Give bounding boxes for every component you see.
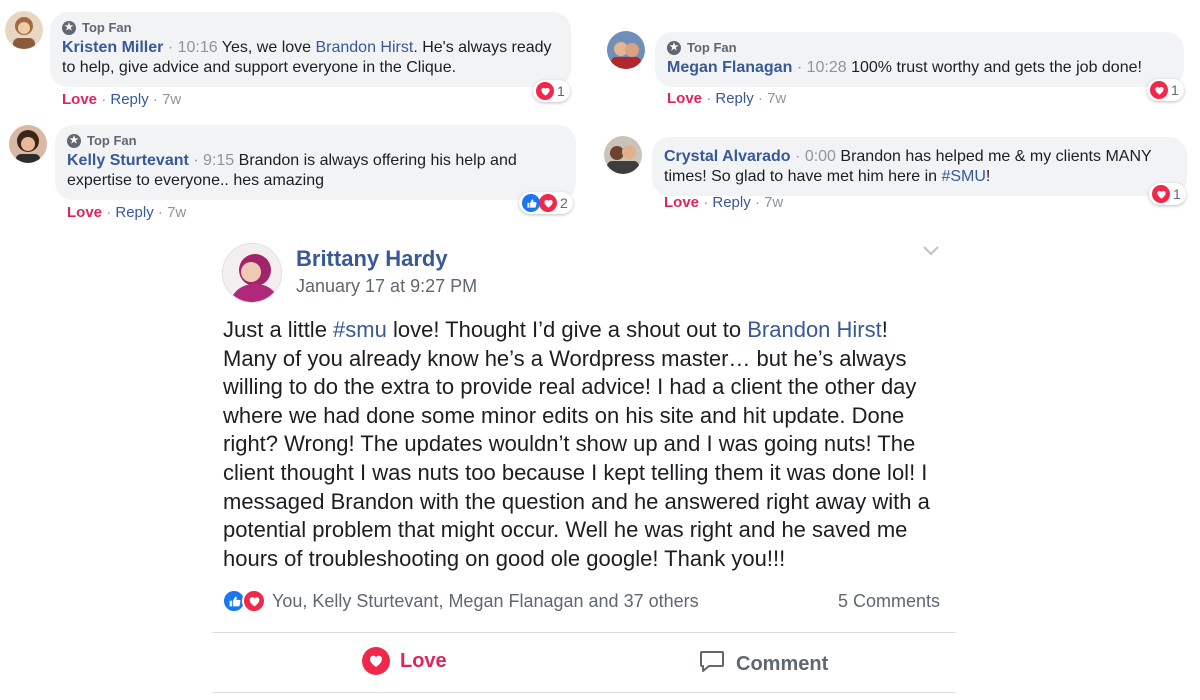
top-fan-badge: ★ Top Fan	[62, 20, 559, 35]
comment-icon	[698, 647, 726, 681]
reaction-count-badge[interactable]: 1	[533, 80, 570, 102]
comment-time[interactable]: 10:16	[178, 39, 218, 56]
mention-link[interactable]: Brandon Hirst	[315, 39, 413, 56]
comment-actions: Love · Reply · 7w	[667, 90, 787, 107]
hashtag-link[interactable]: #smu	[333, 317, 387, 342]
avatar[interactable]	[607, 31, 645, 69]
comment-button[interactable]: Comment	[698, 647, 828, 681]
top-fan-badge: ★ Top Fan	[667, 40, 1172, 55]
post-author-avatar[interactable]	[222, 243, 282, 303]
heart-icon	[539, 194, 557, 212]
love-link[interactable]: Love	[62, 91, 97, 108]
reply-link[interactable]: Reply	[715, 90, 753, 107]
post-timestamp[interactable]: January 17 at 9:27 PM	[296, 276, 477, 297]
love-link[interactable]: Love	[664, 194, 699, 211]
reactions-summary: You, Kelly Sturtevant, Megan Flanagan an…	[222, 588, 940, 614]
mention-link[interactable]: Brandon Hirst	[747, 317, 882, 342]
reaction-icons[interactable]	[222, 589, 266, 613]
avatar[interactable]	[9, 125, 47, 163]
comment-age[interactable]: 7w	[167, 204, 186, 221]
comment-author[interactable]: Megan Flanagan	[667, 59, 792, 76]
post-author-name[interactable]: Brittany Hardy	[296, 246, 448, 272]
comment-time[interactable]: 10:28	[807, 59, 847, 76]
comment-age[interactable]: 7w	[764, 194, 783, 211]
like-icon	[522, 194, 540, 212]
heart-icon	[536, 82, 554, 100]
top-fan-badge: ★ Top Fan	[67, 133, 564, 148]
reply-link[interactable]: Reply	[110, 91, 148, 108]
chevron-down-icon[interactable]	[922, 244, 940, 258]
reaction-count-badge[interactable]: 2	[519, 192, 573, 214]
comment-time[interactable]: 9:15	[203, 152, 234, 169]
avatar[interactable]	[5, 11, 43, 49]
comment-bubble: ★ Top Fan Megan Flanagan · 10:28 100% tr…	[655, 32, 1184, 87]
comment-age[interactable]: 7w	[767, 90, 786, 107]
comment-bubble: ★ Top Fan Kelly Sturtevant · 9:15 Brando…	[55, 125, 576, 200]
love-button[interactable]: Love	[362, 647, 447, 675]
comment-text: Kristen Miller · 10:16 Yes, we love Bran…	[62, 39, 552, 76]
reaction-count-badge[interactable]: 1	[1147, 79, 1184, 101]
comment-author[interactable]: Kristen Miller	[62, 39, 163, 56]
comment-author[interactable]: Crystal Alvarado	[664, 148, 791, 165]
comment-bubble: ★ Top Fan Kristen Miller · 10:16 Yes, we…	[50, 12, 571, 87]
divider	[212, 632, 956, 633]
star-icon: ★	[62, 20, 76, 35]
avatar[interactable]	[604, 136, 642, 174]
love-link[interactable]: Love	[667, 90, 702, 107]
comment-author[interactable]: Kelly Sturtevant	[67, 152, 189, 169]
comment-actions: Love · Reply · 7w	[62, 91, 182, 108]
heart-icon	[1150, 81, 1168, 99]
hashtag-link[interactable]: #SMU	[941, 168, 985, 185]
reply-link[interactable]: Reply	[115, 204, 153, 221]
star-icon: ★	[67, 133, 81, 148]
post-body: Just a little #smu love! Thought I’d giv…	[223, 317, 930, 571]
comments-count[interactable]: 5 Comments	[838, 591, 940, 612]
divider	[212, 692, 956, 693]
comment-age[interactable]: 7w	[162, 91, 181, 108]
love-link[interactable]: Love	[67, 204, 102, 221]
comment-text: Crystal Alvarado · 0:00 Brandon has help…	[664, 148, 1152, 185]
comment-actions: Love · Reply · 7w	[67, 204, 187, 221]
reply-link[interactable]: Reply	[712, 194, 750, 211]
reactions-text[interactable]: You, Kelly Sturtevant, Megan Flanagan an…	[272, 591, 699, 612]
heart-icon	[1152, 185, 1170, 203]
comment-text: Kelly Sturtevant · 9:15 Brandon is alway…	[67, 152, 517, 189]
comment-text: Megan Flanagan · 10:28 100% trust worthy…	[667, 59, 1142, 76]
comment-bubble: Crystal Alvarado · 0:00 Brandon has help…	[652, 137, 1187, 196]
heart-icon	[242, 589, 266, 613]
star-icon: ★	[667, 40, 681, 55]
comment-actions: Love · Reply · 7w	[664, 194, 784, 211]
reaction-count-badge[interactable]: 1	[1149, 183, 1186, 205]
heart-icon	[362, 647, 390, 675]
comment-time[interactable]: 0:00	[805, 148, 836, 165]
